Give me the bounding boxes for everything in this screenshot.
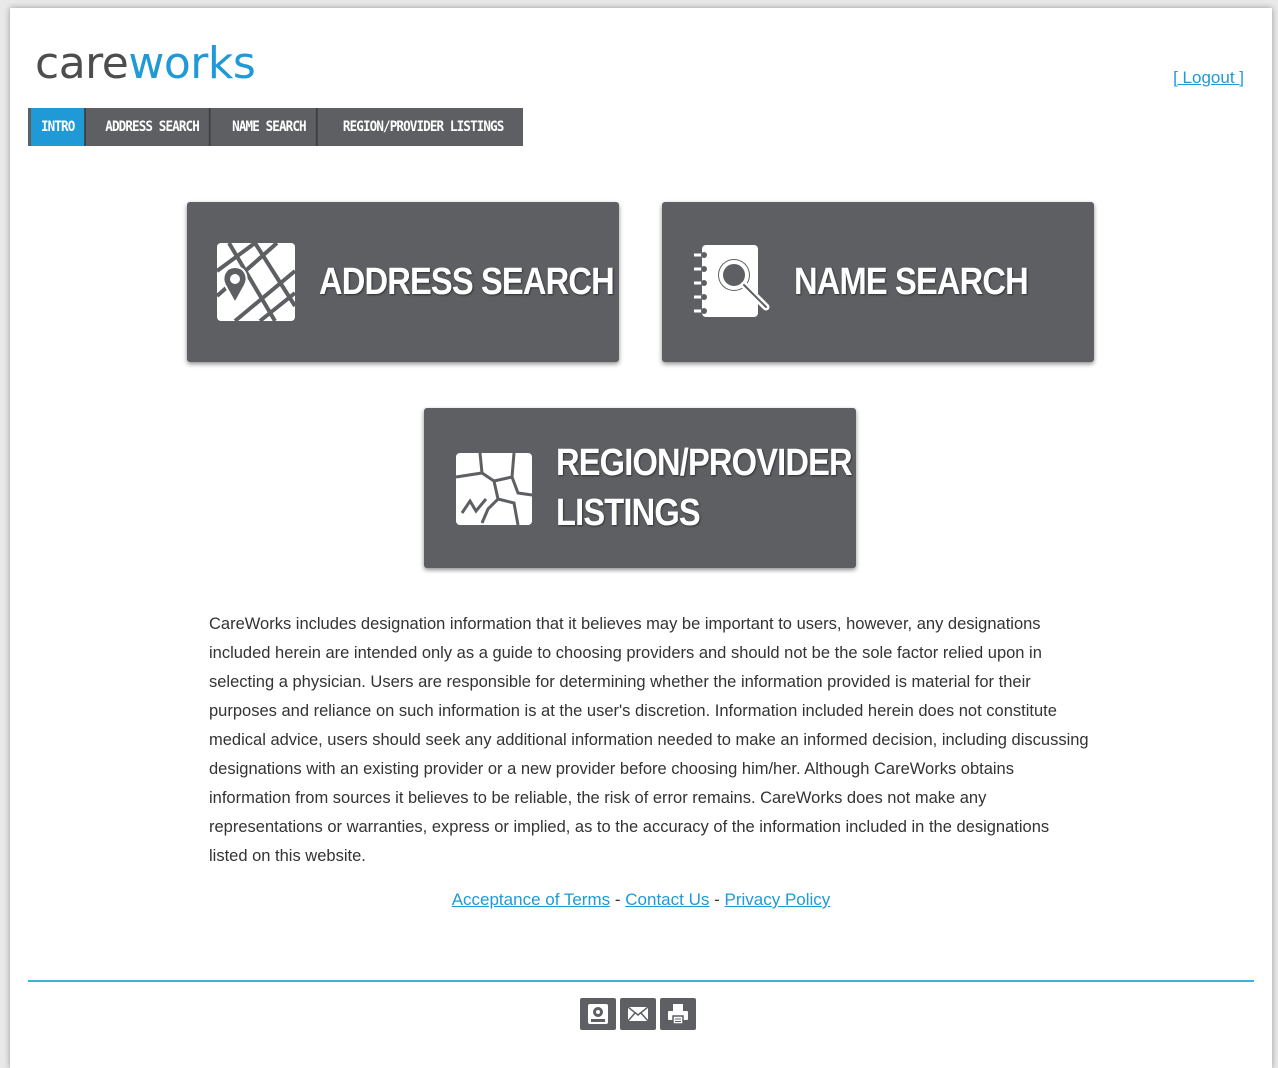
region-provider-listings-button[interactable]: REGION/PROVIDER LISTINGS: [424, 408, 856, 568]
page: careworks [ Logout ] INTRO ADDRESS SEARC…: [10, 8, 1272, 1068]
email-button[interactable]: [620, 998, 656, 1030]
address-search-label: ADDRESS SEARCH: [319, 261, 615, 303]
disclaimer-text: CareWorks includes designation informati…: [209, 615, 1089, 865]
region-label-line2: LISTINGS: [556, 492, 701, 534]
logo-text-works: works: [128, 38, 256, 89]
footer-links: Acceptance of Terms - Contact Us - Priva…: [10, 890, 1272, 910]
save-button[interactable]: [580, 998, 616, 1030]
address-search-button[interactable]: ADDRESS SEARCH: [187, 202, 619, 362]
address-book-search-icon: [694, 245, 770, 317]
region-label-line1: REGION/PROVIDER: [556, 442, 853, 484]
print-button[interactable]: [660, 998, 696, 1030]
footer-separator: -: [714, 890, 720, 909]
map-pin-icon: [215, 241, 297, 323]
tab-name-search[interactable]: NAME SEARCH: [222, 108, 318, 146]
footer-divider: [28, 980, 1254, 982]
name-search-label: NAME SEARCH: [794, 261, 1029, 303]
page-tools: [580, 998, 696, 1030]
main-nav: INTRO ADDRESS SEARCH NAME SEARCH REGION/…: [28, 108, 524, 146]
print-icon: [668, 1004, 688, 1025]
tab-intro[interactable]: INTRO: [31, 108, 87, 146]
contact-us-link[interactable]: Contact Us: [625, 890, 709, 909]
save-icon: [588, 1004, 608, 1024]
tab-address-search[interactable]: ADDRESS SEARCH: [96, 108, 211, 146]
tab-region-provider-listings[interactable]: REGION/PROVIDER LISTINGS: [333, 108, 513, 146]
footer-separator: -: [614, 890, 621, 909]
name-search-button[interactable]: NAME SEARCH: [662, 202, 1094, 362]
email-icon: [627, 1006, 649, 1022]
privacy-policy-link[interactable]: Privacy Policy: [725, 890, 831, 909]
careworks-logo[interactable]: careworks: [35, 38, 256, 89]
logo-text-care: care: [35, 38, 129, 89]
logout-link[interactable]: [ Logout ]: [1173, 68, 1244, 88]
region-map-icon: [455, 452, 533, 526]
acceptance-of-terms-link[interactable]: Acceptance of Terms: [452, 890, 610, 909]
region-provider-listings-label: REGION/PROVIDER LISTINGS: [556, 438, 853, 538]
